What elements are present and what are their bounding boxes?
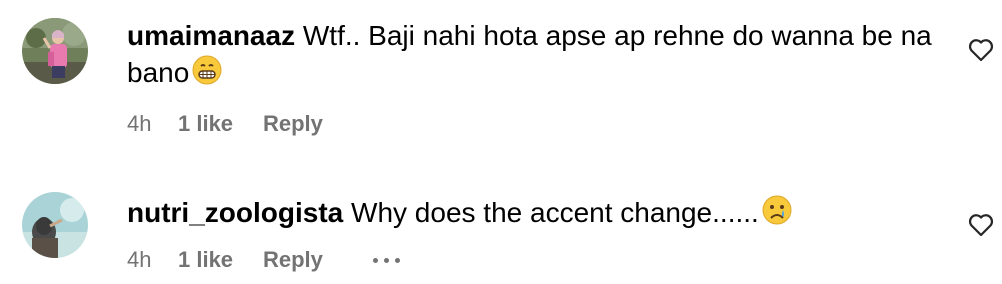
comment-likes-count[interactable]: 1 like xyxy=(178,110,263,138)
comment-meta: 4h 1 like Reply xyxy=(127,246,400,274)
comment-timestamp: 4h xyxy=(127,247,152,272)
comment-likes-count[interactable]: 1 like xyxy=(178,246,263,274)
avatar[interactable] xyxy=(22,192,88,258)
reply-button[interactable]: Reply xyxy=(263,110,373,138)
heart-outline-icon[interactable] xyxy=(968,38,994,62)
comment-username[interactable]: umaimanaaz xyxy=(127,20,295,51)
comment-meta: 4h 1 like Reply xyxy=(127,110,373,138)
ellipsis-icon[interactable] xyxy=(373,257,400,263)
comment-item: nutri_zoologista Why does the accent cha… xyxy=(0,150,1002,284)
heart-outline-icon[interactable] xyxy=(968,213,994,237)
grinning-face-icon xyxy=(191,54,223,95)
crying-face-icon xyxy=(761,194,793,235)
comment-text: nutri_zoologista Why does the accent cha… xyxy=(127,194,947,235)
reply-button[interactable]: Reply xyxy=(263,246,373,274)
comment-timestamp: 4h xyxy=(127,111,152,136)
avatar-image xyxy=(22,18,88,84)
comment-body: Why does the accent change...... xyxy=(351,197,759,228)
avatar[interactable] xyxy=(22,18,88,84)
comment-text: umaimanaaz Wtf.. Baji nahi hota apse ap … xyxy=(127,18,947,95)
comment-item: umaimanaaz Wtf.. Baji nahi hota apse ap … xyxy=(0,0,1002,150)
avatar-image xyxy=(22,192,88,258)
comment-username[interactable]: nutri_zoologista xyxy=(127,197,343,228)
